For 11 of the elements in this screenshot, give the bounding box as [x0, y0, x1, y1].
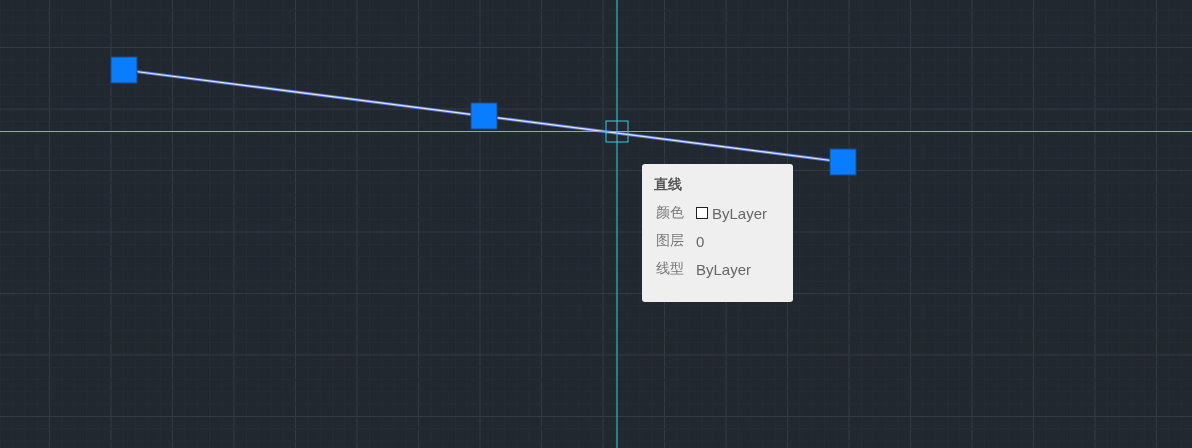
property-value: 0 [696, 232, 705, 250]
grip-handle[interactable] [110, 56, 138, 84]
property-label: 图层 [656, 232, 684, 250]
property-label: 线型 [656, 260, 684, 278]
grip-handle[interactable] [470, 102, 498, 130]
color-swatch-icon [696, 207, 708, 219]
tooltip-title: 直线 [654, 176, 683, 194]
property-value: ByLayer [696, 260, 752, 278]
property-value: ByLayer [712, 204, 768, 222]
property-label: 颜色 [656, 204, 684, 222]
grip-handle[interactable] [829, 148, 857, 176]
